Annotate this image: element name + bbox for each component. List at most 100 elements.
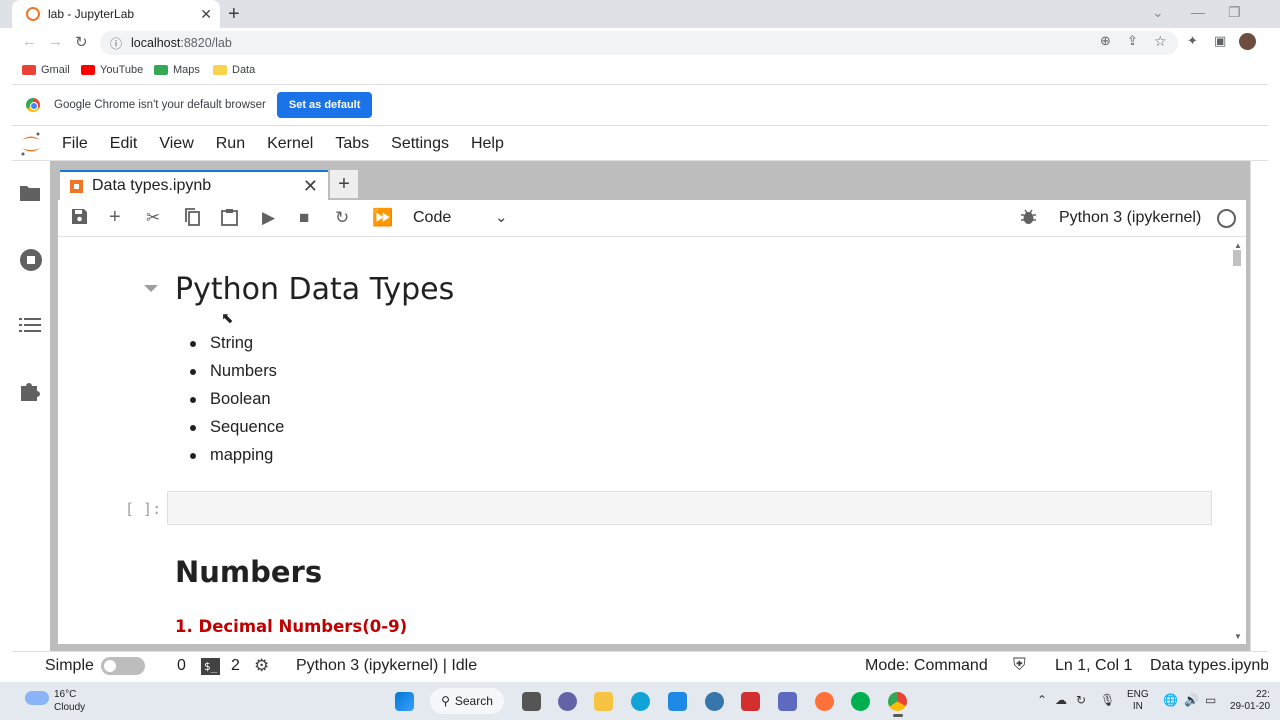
insert-cell-icon[interactable]: +	[109, 206, 121, 229]
teams-chat-icon[interactable]	[558, 692, 577, 711]
maximize-button[interactable]: ❐	[1228, 4, 1241, 21]
side-panel-icon[interactable]: ▣	[1214, 33, 1226, 49]
scroll-up-icon[interactable]: ▲	[1234, 241, 1242, 250]
task-view-icon[interactable]	[522, 692, 541, 711]
sync-icon[interactable]: ↻	[1076, 693, 1086, 707]
menu-file[interactable]: File	[62, 135, 88, 153]
collapse-heading-icon[interactable]	[144, 285, 158, 292]
reload-icon[interactable]: ↻	[75, 33, 88, 51]
kernel-name[interactable]: Python 3 (ipykernel)	[1059, 209, 1201, 227]
file-explorer-icon[interactable]	[594, 692, 613, 711]
menu-help[interactable]: Help	[471, 135, 504, 153]
markdown-heading-1: Python Data Types	[175, 272, 455, 307]
table-of-contents-list-icon[interactable]	[19, 315, 41, 341]
bookmark-data[interactable]: Data	[213, 64, 255, 76]
volume-icon[interactable]: 🔊	[1184, 693, 1199, 707]
notebook-icon	[70, 179, 83, 193]
profile-avatar[interactable]	[1239, 33, 1256, 50]
tab-search-icon[interactable]: ⌄	[1152, 4, 1164, 21]
mcafee-icon[interactable]	[741, 692, 760, 711]
bullet-icon	[190, 340, 196, 347]
running-kernels-stop-icon[interactable]	[19, 248, 43, 278]
loading-app-icon[interactable]	[851, 692, 870, 711]
bookmark-maps[interactable]: Maps	[154, 64, 200, 76]
menu-kernel[interactable]: Kernel	[267, 135, 313, 153]
file-browser-folder-icon[interactable]	[19, 183, 41, 209]
onedrive-icon[interactable]: ☁	[1055, 693, 1067, 707]
scrollbar-thumb[interactable]	[1233, 250, 1241, 266]
back-icon[interactable]: ←	[22, 33, 37, 50]
run-icon[interactable]: ▶	[262, 208, 275, 228]
new-tab-button[interactable]: +	[228, 3, 240, 26]
search-icon: ⚲	[441, 694, 450, 708]
python-idle-icon[interactable]	[705, 692, 724, 711]
close-tab-icon[interactable]: ✕	[200, 6, 212, 23]
scroll-down-icon[interactable]: ▼	[1234, 632, 1242, 641]
menu-settings[interactable]: Settings	[391, 135, 449, 153]
firefox-icon[interactable]	[815, 692, 834, 711]
menu-view[interactable]: View	[159, 135, 193, 153]
bullet-icon	[190, 368, 196, 375]
cursor-position[interactable]: Ln 1, Col 1	[1055, 657, 1132, 675]
browser-tab[interactable]: lab - JupyterLab ✕	[12, 0, 220, 28]
tray-overflow-icon[interactable]: ⌃	[1037, 693, 1047, 707]
list-item-text: Sequence	[210, 418, 285, 436]
paste-icon[interactable]	[221, 208, 238, 231]
microphone-icon[interactable]: 🎙	[1100, 693, 1115, 707]
address-bar[interactable]: ⓘ localhost:8820/lab	[100, 31, 1178, 55]
cut-icon[interactable]: ✂	[146, 208, 160, 228]
chevron-down-icon[interactable]: ⌄	[495, 208, 508, 226]
interrupt-icon[interactable]: ■	[299, 208, 309, 228]
browser-tab-title: lab - JupyterLab	[48, 7, 135, 21]
site-info-icon[interactable]: ⓘ	[110, 35, 122, 52]
notebook-tab[interactable]: Data types.ipynb ✕	[60, 170, 328, 200]
code-cell-editor[interactable]	[167, 491, 1212, 525]
minimize-button[interactable]: —	[1191, 4, 1205, 20]
globe-network-icon[interactable]: 🌐	[1163, 693, 1178, 707]
save-icon[interactable]	[71, 208, 88, 230]
infobar-message: Google Chrome isn't your default browser	[54, 99, 266, 111]
bookmark-gmail[interactable]: Gmail	[22, 64, 70, 76]
language-indicator[interactable]: ENG IN	[1127, 689, 1149, 713]
microsoft-store-icon[interactable]	[668, 692, 687, 711]
bookmark-label: Data	[232, 64, 256, 76]
menu-edit[interactable]: Edit	[110, 135, 138, 153]
youtube-icon	[81, 65, 95, 75]
extensions-puzzle-icon[interactable]	[19, 380, 41, 408]
set-as-default-button[interactable]: Set as default	[276, 92, 373, 118]
bookmark-youtube[interactable]: YouTube	[81, 64, 143, 76]
forward-icon[interactable]: →	[48, 33, 63, 50]
zoom-icon[interactable]: ⊕	[1100, 33, 1111, 49]
taskbar-clock[interactable]: 22: 29-01-20	[1230, 689, 1270, 713]
kernel-gear-icon[interactable]: ⚙	[254, 656, 269, 676]
taskbar-search-button[interactable]: ⚲ Search	[430, 688, 504, 714]
battery-icon[interactable]: ▭	[1205, 693, 1216, 707]
copy-icon[interactable]	[184, 208, 201, 231]
notebook-scrollbar[interactable]	[1231, 240, 1243, 642]
debugger-bug-icon[interactable]	[1020, 208, 1037, 230]
kernel-status-text[interactable]: Python 3 (ipykernel) | Idle	[296, 657, 477, 675]
language-code: ENG	[1127, 689, 1149, 700]
menu-tabs[interactable]: Tabs	[335, 135, 369, 153]
list-item: Numbers	[190, 362, 277, 381]
extensions-icon[interactable]: ✦	[1187, 33, 1198, 49]
cell-type-select[interactable]: Code	[413, 209, 451, 227]
restart-run-all-icon[interactable]: ⏩	[372, 208, 393, 228]
clock-time: 22:	[1256, 689, 1270, 700]
edge-browser-icon[interactable]	[631, 692, 650, 711]
bullet-icon	[190, 452, 196, 459]
share-icon[interactable]: ⇪	[1127, 33, 1138, 49]
cell-prompt: [ ]:	[125, 500, 162, 518]
simple-mode-toggle[interactable]	[101, 657, 145, 675]
trusted-shield-icon: ⛨	[1013, 655, 1026, 674]
network-app-icon[interactable]	[778, 692, 797, 711]
menu-run[interactable]: Run	[216, 135, 245, 153]
windows-start-icon[interactable]	[395, 692, 414, 711]
terminal-icon[interactable]: $_	[201, 658, 220, 675]
chrome-taskbar-icon[interactable]	[888, 692, 907, 711]
bookmark-star-icon[interactable]: ☆	[1154, 33, 1167, 50]
new-launcher-button[interactable]: +	[330, 170, 358, 198]
restart-icon[interactable]: ↻	[335, 208, 349, 228]
weather-widget[interactable]: 16°C Cloudy	[54, 688, 85, 714]
close-notebook-icon[interactable]: ✕	[303, 176, 318, 197]
